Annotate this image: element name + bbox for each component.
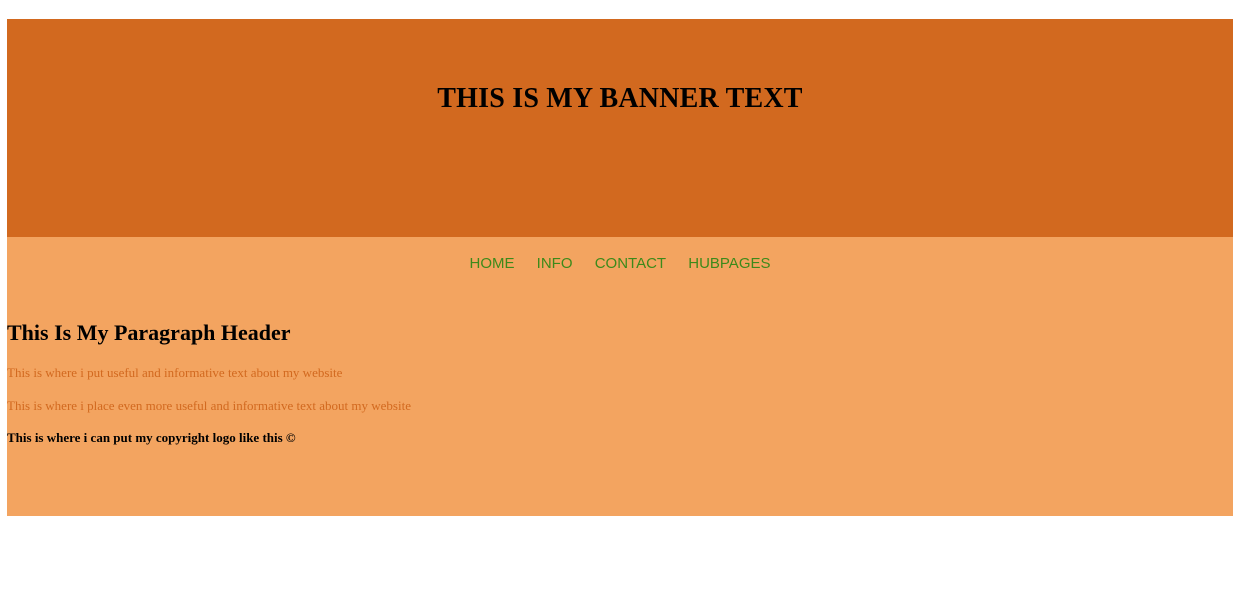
banner-title: THIS IS MY BANNER TEXT xyxy=(437,83,803,114)
paragraph-header: This Is My Paragraph Header xyxy=(7,320,291,345)
nav-link-info[interactable]: INFO xyxy=(537,255,573,272)
nav-link-hubpages[interactable]: HUBPAGES xyxy=(688,255,770,272)
banner: THIS IS MY BANNER TEXT xyxy=(7,19,1233,237)
main-content: This Is My Paragraph Header This is wher… xyxy=(7,319,1233,445)
site-container: THIS IS MY BANNER TEXT HOME INFO CONTACT… xyxy=(7,19,1233,516)
paragraph-1: This is where i put useful and informati… xyxy=(7,365,343,380)
copyright-text: This is where i can put my copyright log… xyxy=(7,430,296,445)
paragraph-2: This is where i place even more useful a… xyxy=(7,398,411,413)
page: THIS IS MY BANNER TEXT HOME INFO CONTACT… xyxy=(0,0,1240,605)
nav-bar: HOME INFO CONTACT HUBPAGES xyxy=(7,255,1233,272)
nav-link-contact[interactable]: CONTACT xyxy=(595,255,666,272)
nav-link-home[interactable]: HOME xyxy=(470,255,515,272)
